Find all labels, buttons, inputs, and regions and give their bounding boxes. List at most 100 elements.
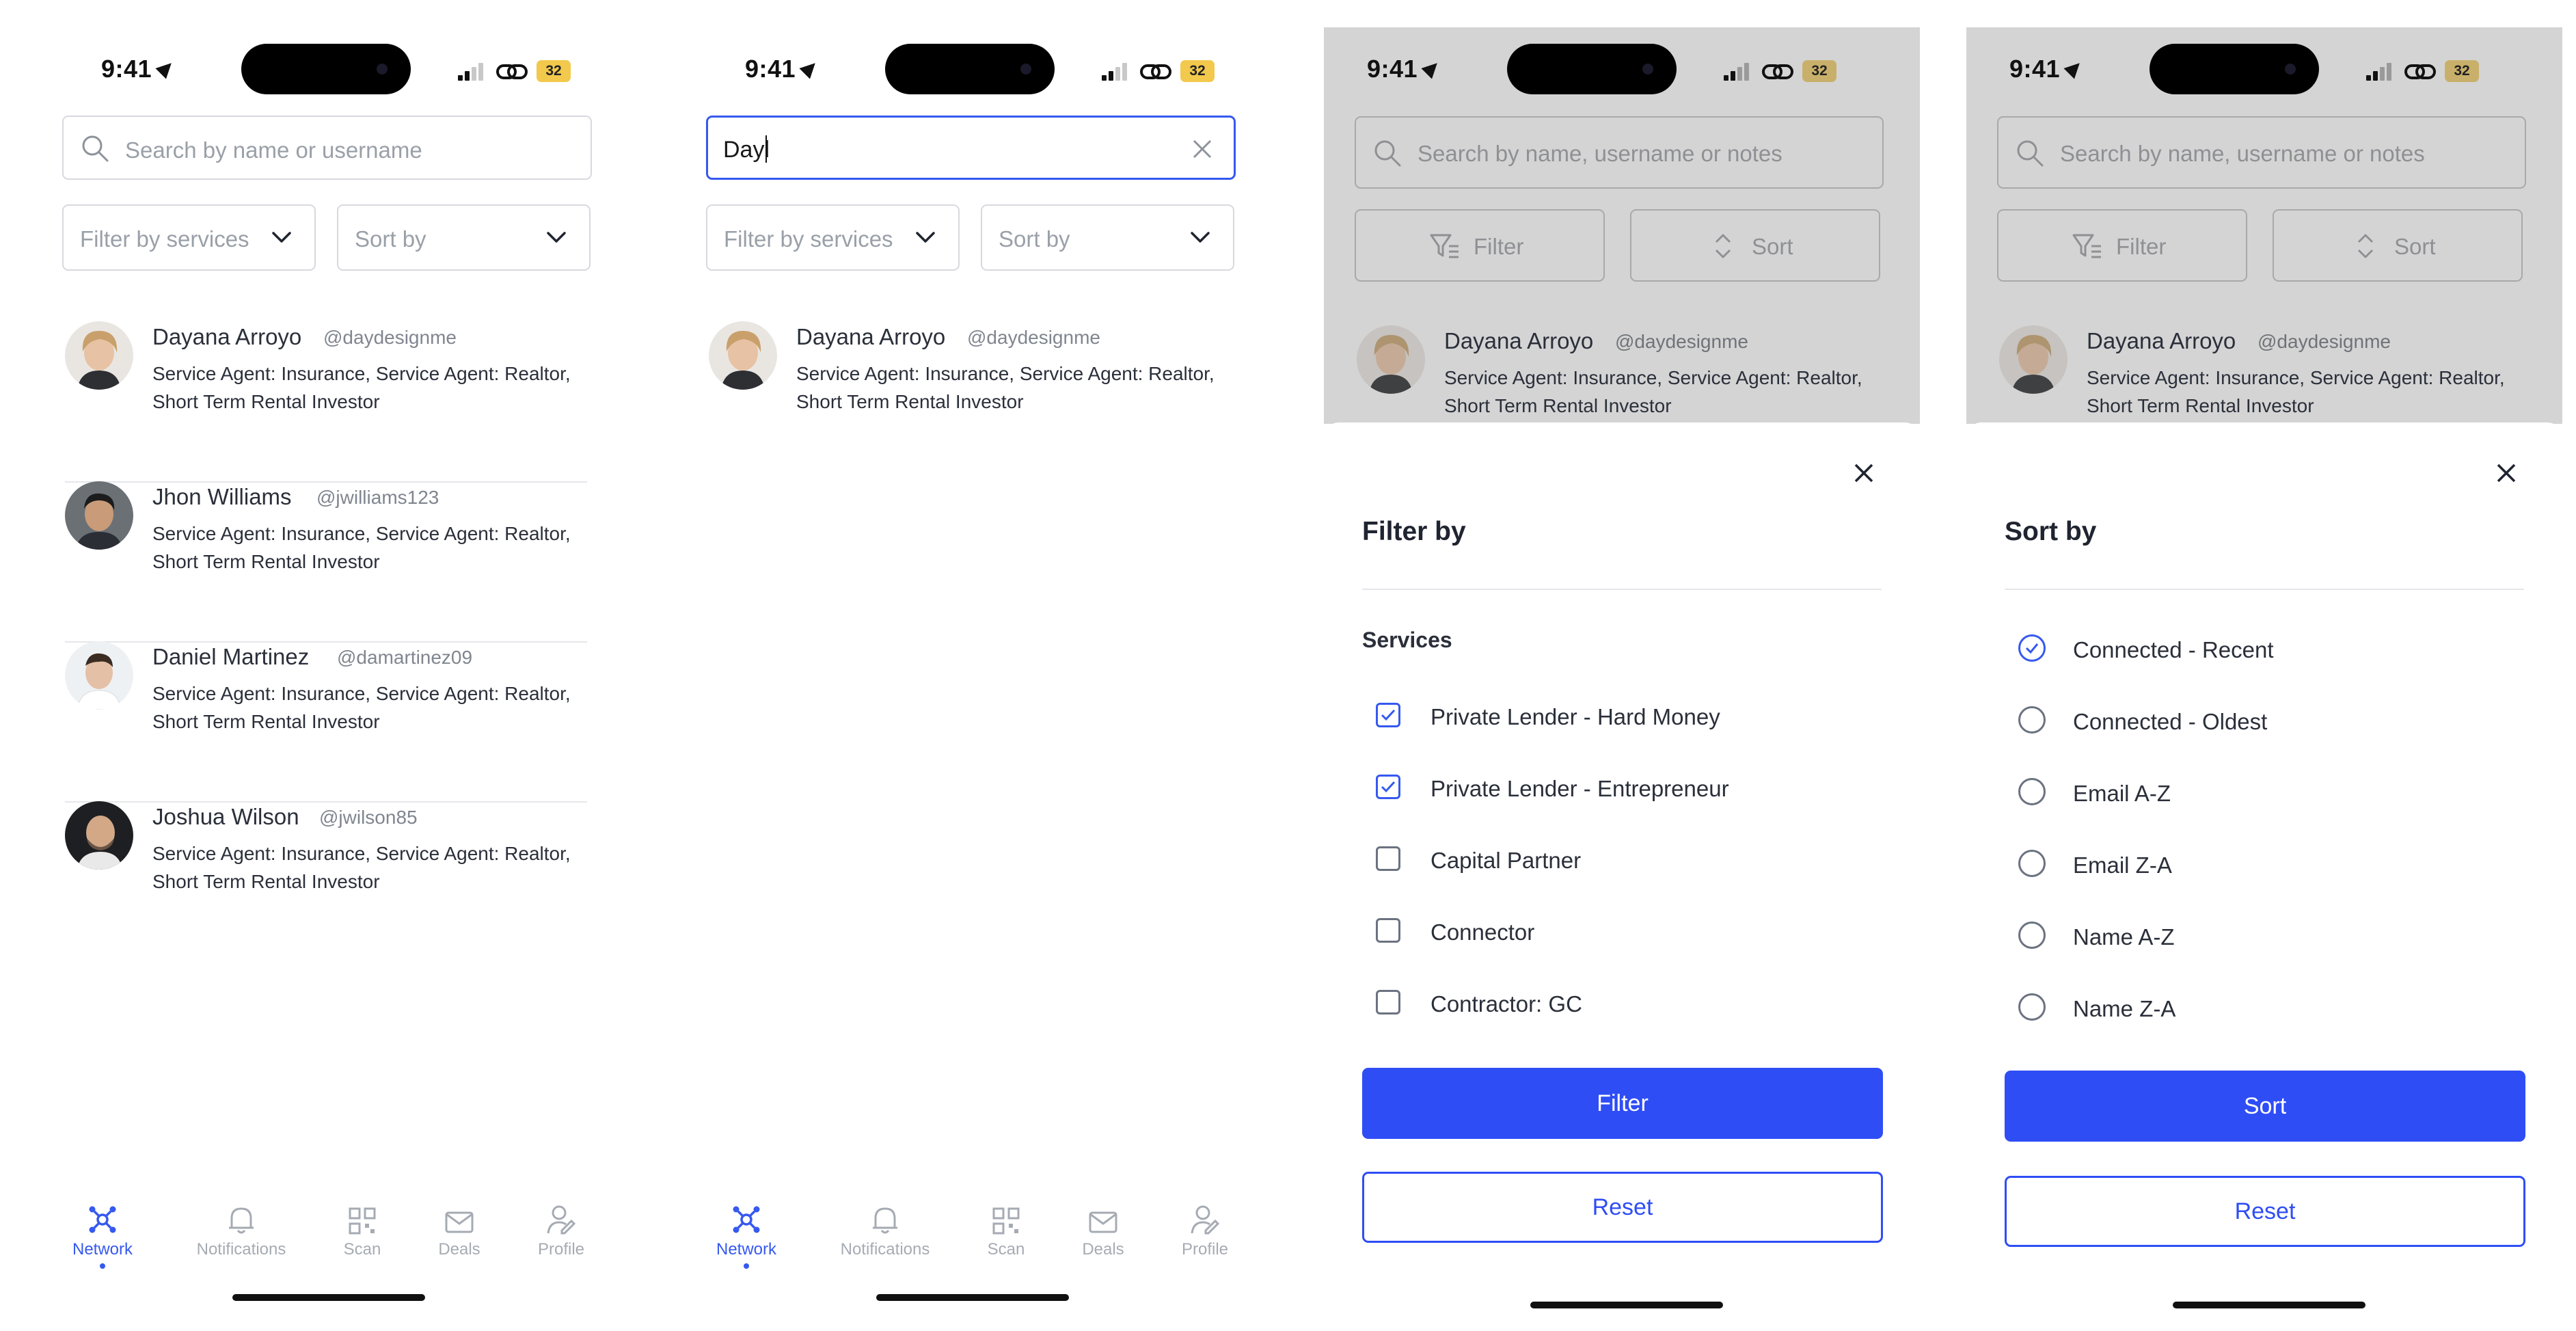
sort-button[interactable]: Sort (1630, 209, 1880, 282)
search-input[interactable]: Search by name, username or notes (1997, 116, 2526, 189)
bottom-tab-bar: Network Notifications Scan Deals Profile (702, 1198, 1303, 1273)
qr-scan-icon (992, 1207, 1020, 1235)
contact-name: Dayana Arroyo (152, 324, 302, 349)
contact-row[interactable]: Joshua Wilson @jwilson85 Service Agent: … (65, 801, 587, 961)
sort-button[interactable]: Sort (2273, 209, 2523, 282)
sort-option-label: Connected - Oldest (2073, 709, 2268, 734)
apply-filter-button[interactable]: Filter (1362, 1068, 1883, 1139)
filter-services-label: Filter by services (724, 226, 893, 252)
apply-sort-button[interactable]: Sort (2005, 1071, 2525, 1142)
home-indicator (232, 1294, 425, 1301)
chevron-down-icon (547, 232, 566, 243)
filter-option-label: Private Lender - Entrepreneur (1431, 776, 1729, 801)
checkbox[interactable] (1376, 846, 1400, 871)
tab-profile[interactable]: Profile (1154, 1198, 1256, 1259)
sort-option-label: Name Z-A (2073, 996, 2176, 1021)
sort-by-label: Sort by (999, 226, 1070, 252)
chevron-down-icon (916, 232, 935, 243)
checkbox[interactable] (1376, 918, 1400, 943)
tab-notifications[interactable]: Notifications (190, 1198, 293, 1259)
link-icon (2404, 64, 2436, 79)
section-label: Services (1362, 628, 1452, 652)
avatar (65, 481, 133, 550)
contact-services: Service Agent: Insurance, Service Agent:… (152, 523, 571, 572)
signal-icon (1102, 63, 1129, 81)
tab-scan[interactable]: Scan (955, 1198, 1057, 1259)
radio[interactable] (2018, 922, 2046, 949)
sort-by-label: Sort by (355, 226, 426, 252)
signal-icon (1724, 63, 1751, 81)
tab-deals[interactable]: Deals (1052, 1198, 1154, 1259)
active-dot (100, 1263, 105, 1269)
checkbox-checked[interactable] (1376, 775, 1400, 799)
contact-row[interactable]: Dayana Arroyo @daydesignme Service Agent… (709, 321, 1231, 481)
divider (2005, 589, 2524, 590)
tab-deals[interactable]: Deals (408, 1198, 511, 1259)
sort-button-label: Sort (2394, 234, 2436, 259)
network-icon (89, 1206, 116, 1233)
avatar (65, 321, 133, 390)
radio[interactable] (2018, 993, 2046, 1021)
close-icon[interactable] (1850, 459, 1877, 487)
checkbox[interactable] (1376, 990, 1400, 1014)
avatar (65, 801, 133, 870)
radio[interactable] (2018, 778, 2046, 805)
radio[interactable] (2018, 706, 2046, 734)
contact-handle: @jwilliams123 (316, 487, 439, 508)
link-icon (1762, 64, 1793, 79)
search-input[interactable]: Dayl (706, 116, 1236, 180)
radio[interactable] (2018, 850, 2046, 877)
tab-profile[interactable]: Profile (510, 1198, 612, 1259)
tab-network[interactable]: Network (58, 1198, 154, 1269)
filter-icon (1430, 234, 1459, 258)
checkbox-checked[interactable] (1376, 703, 1400, 727)
tab-scan[interactable]: Scan (311, 1198, 413, 1259)
location-arrow-icon (1421, 57, 1443, 79)
close-icon[interactable] (2493, 459, 2520, 487)
screen-sort-sheet: 9:41 32 Search by name, username or note… (1966, 0, 2568, 1331)
contact-row[interactable]: Daniel Martinez @damartinez09 Service Ag… (65, 641, 587, 803)
reset-button[interactable]: Reset (2005, 1176, 2525, 1247)
bell-icon (873, 1207, 897, 1234)
tab-network[interactable]: Network (702, 1198, 798, 1269)
battery-indicator: 32 (1180, 60, 1215, 82)
filter-services-dropdown[interactable]: Filter by services (706, 204, 960, 271)
filter-services-dropdown[interactable]: Filter by services (62, 204, 316, 271)
clear-icon[interactable] (1189, 135, 1216, 163)
mail-icon (445, 1211, 474, 1233)
contact-name: Daniel Martinez (152, 644, 310, 669)
dimmed-background: 9:41 32 Search by name, username or note… (1966, 27, 2562, 424)
contact-services: Service Agent: Insurance, Service Agent:… (152, 683, 571, 732)
network-icon (733, 1206, 760, 1233)
search-placeholder: Search by name, username or notes (2060, 141, 2425, 166)
mail-icon (1089, 1211, 1117, 1233)
contact-handle: @daydesignme (323, 327, 457, 348)
tab-label: Deals (438, 1240, 480, 1259)
home-indicator (2173, 1302, 2365, 1308)
status-time: 9:41 (745, 55, 821, 83)
radio-selected[interactable] (2018, 634, 2046, 662)
contact-handle: @damartinez09 (337, 647, 473, 668)
filter-option-label: Contractor: GC (1431, 991, 1582, 1017)
contact-row[interactable]: Jhon Williams @jwilliams123 Service Agen… (65, 481, 587, 643)
search-input[interactable]: Search by name or username (62, 116, 592, 180)
dynamic-island (241, 44, 411, 94)
contact-name: Joshua Wilson (152, 804, 299, 829)
contact-row[interactable]: Dayana Arroyo @daydesignme Service Agent… (65, 321, 587, 483)
sort-by-dropdown[interactable]: Sort by (337, 204, 591, 271)
tab-notifications[interactable]: Notifications (834, 1198, 936, 1259)
qr-scan-icon (349, 1207, 376, 1235)
avatar (65, 641, 133, 710)
bell-icon (229, 1207, 254, 1234)
contact-name: Dayana Arroyo (796, 324, 946, 349)
filter-button[interactable]: Filter (1355, 209, 1605, 282)
filter-button[interactable]: Filter (1997, 209, 2247, 282)
sort-by-dropdown[interactable]: Sort by (981, 204, 1234, 271)
chevron-down-icon (272, 232, 291, 243)
status-time: 9:41 (1367, 55, 1443, 83)
search-input[interactable]: Search by name, username or notes (1355, 116, 1884, 189)
search-placeholder: Search by name or username (125, 137, 422, 163)
battery-indicator: 32 (537, 60, 571, 82)
screen-network-list: 9:41 32 Search by name or username Filte… (58, 0, 660, 1331)
reset-button[interactable]: Reset (1362, 1172, 1883, 1243)
